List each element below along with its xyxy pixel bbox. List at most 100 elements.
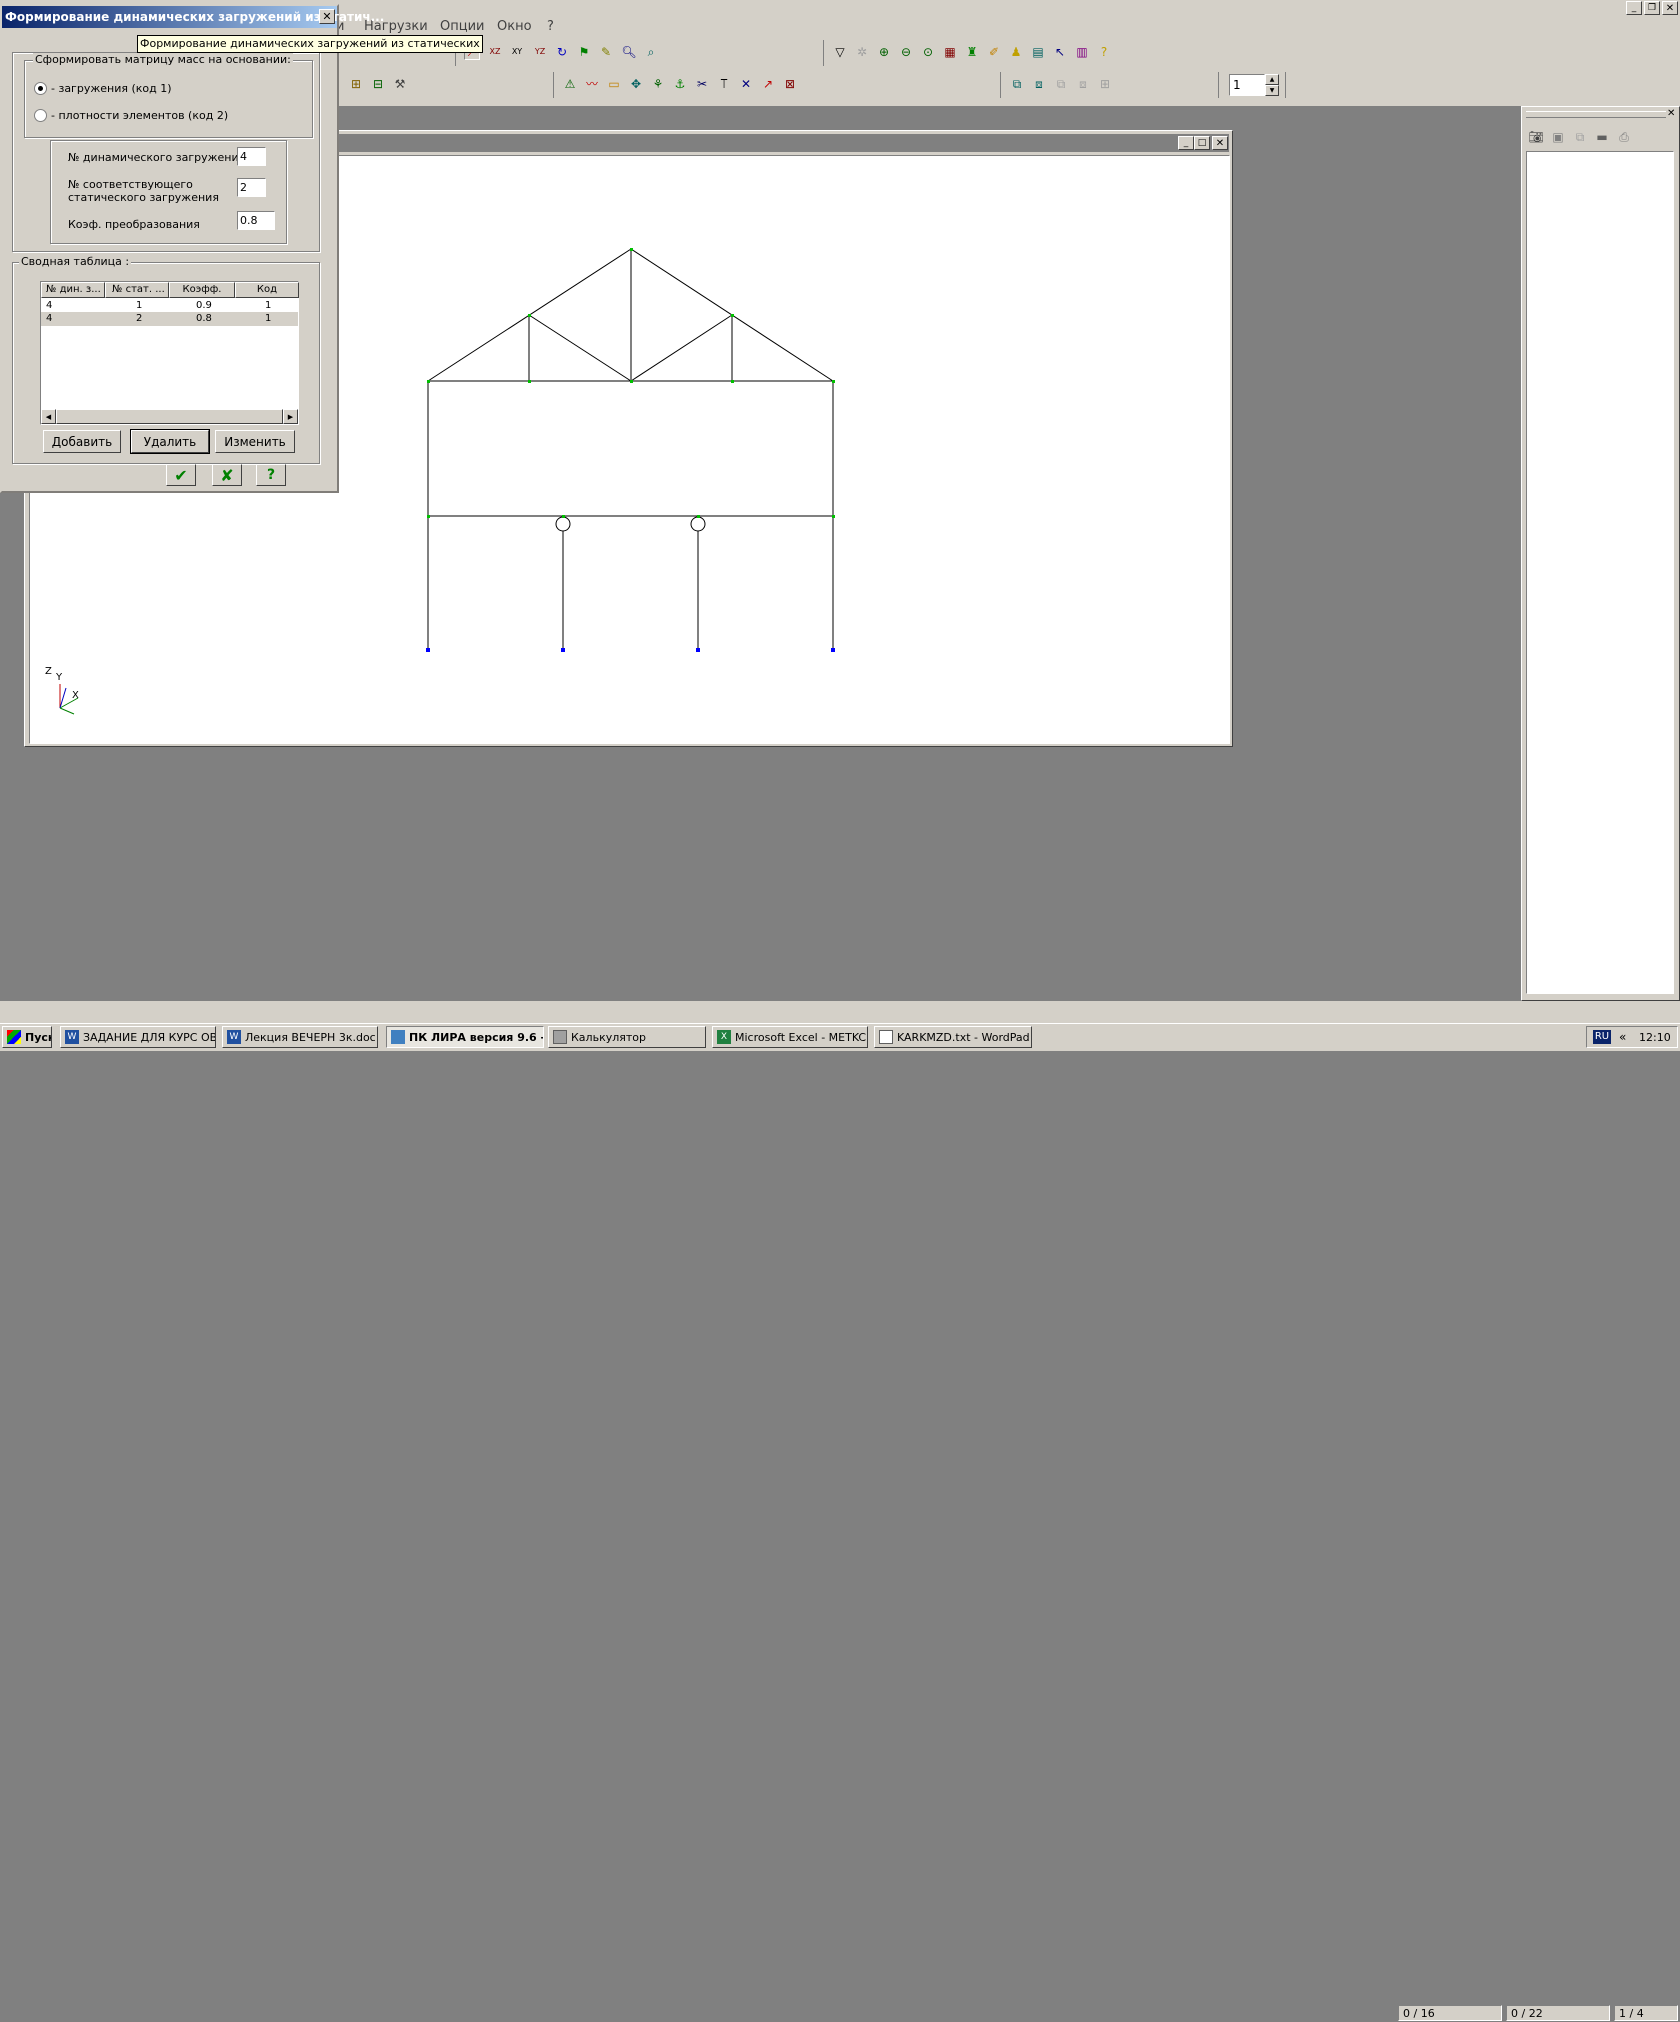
cancel-button[interactable]: ✘ <box>212 464 242 486</box>
anchor-icon[interactable]: ⚓ <box>672 76 688 92</box>
coef-input[interactable] <box>237 211 275 230</box>
disabled-fragment-icon: ⧉ <box>1056 77 1066 91</box>
table-header-1[interactable]: № дин. з... <box>41 282 105 298</box>
toolbar-elements: ⚠ 〰 ▭ ✥ ⚘ ⚓ ✂ ⟙ ✕ ↗ ⊠ <box>553 72 824 98</box>
zoom-fit-icon[interactable]: ⊙ <box>920 44 936 60</box>
table-header-3[interactable]: Коэфф. <box>169 282 235 298</box>
scroll-right-button[interactable]: ▶ <box>283 409 298 424</box>
radio-loads[interactable]: - загружения (код 1) <box>34 82 172 95</box>
layers-icon[interactable]: ⊟ <box>370 76 386 92</box>
close-button[interactable]: ✕ <box>1662 1 1678 15</box>
static-load-input[interactable] <box>237 178 266 197</box>
table-row[interactable]: 4 1 0.9 1 <box>41 299 298 312</box>
summary-table[interactable]: № дин. з... № стат. ... Коэфф. Код 4 1 0… <box>40 281 299 425</box>
image-icon[interactable]: ▬ <box>1594 129 1610 145</box>
zoom-out-icon[interactable]: ⊖ <box>898 44 914 60</box>
axis-x-label: X <box>72 690 79 701</box>
taskbar-item-excel[interactable]: X Microsoft Excel - METKC.... <box>712 1026 868 1048</box>
copy-icon[interactable]: ⧉ <box>1572 129 1588 145</box>
toolbar-filters: ▽ ✲ ⊕ ⊖ ⊙ ▦ ♜ ✐ ♟ ▤ ↖ ▥ ? <box>823 40 1134 66</box>
yz-view-icon[interactable]: YZ <box>532 44 548 60</box>
table-header-4[interactable]: Код <box>235 282 299 298</box>
rotate-icon[interactable]: ↻ <box>554 44 570 60</box>
load-number-field[interactable]: 1 <box>1229 74 1265 96</box>
branch-icon[interactable]: ⟙ <box>716 76 732 92</box>
save-icon[interactable]: ▣ <box>1550 129 1566 145</box>
radio-density[interactable]: - плотности элементов (код 2) <box>34 109 228 122</box>
bottle-icon[interactable]: ♜ <box>964 44 980 60</box>
right-panel-close-icon[interactable]: ✕ <box>1667 108 1675 119</box>
xy-view-icon[interactable]: XY <box>509 44 525 60</box>
fragment-icon[interactable]: ⧉ <box>1009 76 1025 92</box>
table-cell: 0.9 <box>196 300 212 311</box>
filter-icon[interactable]: ▽ <box>832 44 848 60</box>
scroll-left-button[interactable]: ◀ <box>41 409 56 424</box>
copy-layer-icon[interactable]: ⧈ <box>1031 76 1047 92</box>
sun-icon[interactable]: ✲ <box>854 44 870 60</box>
xz-view-icon[interactable]: XZ <box>487 44 503 60</box>
book-icon[interactable]: ▤ <box>1030 44 1046 60</box>
spin-up-button[interactable]: ▲ <box>1265 74 1279 85</box>
taskbar-item-word-1[interactable]: W ЗАДАНИЕ ДЛЯ КУРС ОВ... <box>60 1026 216 1048</box>
arrow-icon[interactable]: ↗ <box>760 76 776 92</box>
support-icon[interactable]: ⚠ <box>562 76 578 92</box>
dyn-load-input[interactable] <box>237 147 266 166</box>
coef-label: Коэф. преобразования <box>68 218 200 231</box>
cursor-help-icon[interactable]: ↖ <box>1052 44 1068 60</box>
spin-down-button[interactable]: ▼ <box>1265 85 1279 96</box>
child-close-button[interactable]: ✕ <box>1212 136 1228 150</box>
menu-item-options[interactable]: Опции <box>440 19 484 34</box>
help-icon[interactable]: ? <box>1096 44 1112 60</box>
scissors-icon[interactable]: ✂ <box>694 76 710 92</box>
hinge-icon[interactable]: ✥ <box>628 76 644 92</box>
help-button[interactable]: ? <box>256 464 286 486</box>
clock: 12:10 <box>1639 1031 1671 1044</box>
pencil-icon[interactable]: ✎ <box>598 44 614 60</box>
spring-icon[interactable]: ⚘ <box>650 76 666 92</box>
restore-button[interactable]: ❐ <box>1644 1 1660 15</box>
radio-density-indicator[interactable] <box>34 109 47 122</box>
camera-icon[interactable]: 📷︎ <box>1528 129 1544 145</box>
cross-icon[interactable]: ✕ <box>738 76 754 92</box>
dialog-close-button[interactable]: ✕ <box>319 9 335 24</box>
taskbar-item-word-2[interactable]: W Лекция ВЕЧЕРН 3к.doc ... <box>222 1026 378 1048</box>
delete-button[interactable]: Удалить <box>130 429 210 454</box>
taskbar-item-wordpad[interactable]: KARKMZD.txt - WordPad <box>874 1026 1032 1048</box>
taskbar-item-calculator[interactable]: Калькулятор <box>548 1026 706 1048</box>
menu-item-help[interactable]: ? <box>547 19 554 34</box>
zoom-in-icon[interactable]: ⊕ <box>876 44 892 60</box>
word-doc-icon: W <box>227 1030 241 1044</box>
menu-item-window[interactable]: Окно <box>497 19 532 34</box>
table-row-selected[interactable]: 4 2 0.8 1 <box>41 312 298 326</box>
child-maximize-button[interactable]: □ <box>1194 136 1210 150</box>
horizontal-scrollbar[interactable]: ◀ ▶ <box>41 409 298 424</box>
radio-loads-indicator[interactable] <box>34 82 47 95</box>
cylinder-icon[interactable]: ⊞ <box>348 76 364 92</box>
brush-icon[interactable]: ✐ <box>986 44 1002 60</box>
scroll-thumb[interactable] <box>56 409 283 424</box>
static-load-label-2: статического загружения <box>68 191 219 204</box>
taskbar-item-lira[interactable]: ПК ЛИРА версия 9.6 -... <box>386 1026 544 1048</box>
wave-icon[interactable]: 〰 <box>584 76 600 92</box>
grid-icon[interactable]: ▦ <box>942 44 958 60</box>
change-button[interactable]: Изменить <box>215 430 295 453</box>
library-icon[interactable]: ▥ <box>1074 44 1090 60</box>
wordpad-icon <box>879 1030 893 1044</box>
flag-icon[interactable]: ⚑ <box>576 44 592 60</box>
disabled-grid-icon: ⊞ <box>1099 77 1111 91</box>
zoom-window-icon[interactable]: ⌕ <box>643 44 659 60</box>
ok-button[interactable]: ✔ <box>166 464 196 486</box>
person-icon[interactable]: ♟ <box>1008 44 1024 60</box>
tray-expand-icon[interactable]: « <box>1619 1030 1626 1044</box>
load-icon[interactable]: ▭ <box>606 76 622 92</box>
child-minimize-button[interactable]: _ <box>1178 136 1194 150</box>
table-header-2[interactable]: № стат. ... <box>105 282 169 298</box>
start-button[interactable]: Пуск <box>2 1026 52 1048</box>
wrench-icon[interactable]: ⚒ <box>392 76 408 92</box>
add-button[interactable]: Добавить <box>43 430 121 453</box>
print-icon[interactable]: ⎙ <box>1616 129 1632 145</box>
table-icon[interactable]: ⊠ <box>782 76 798 92</box>
language-indicator[interactable]: RU <box>1593 1030 1611 1044</box>
zoom-icon[interactable]: 🔍︎ <box>621 44 637 60</box>
minimize-button[interactable]: _ <box>1626 1 1642 15</box>
